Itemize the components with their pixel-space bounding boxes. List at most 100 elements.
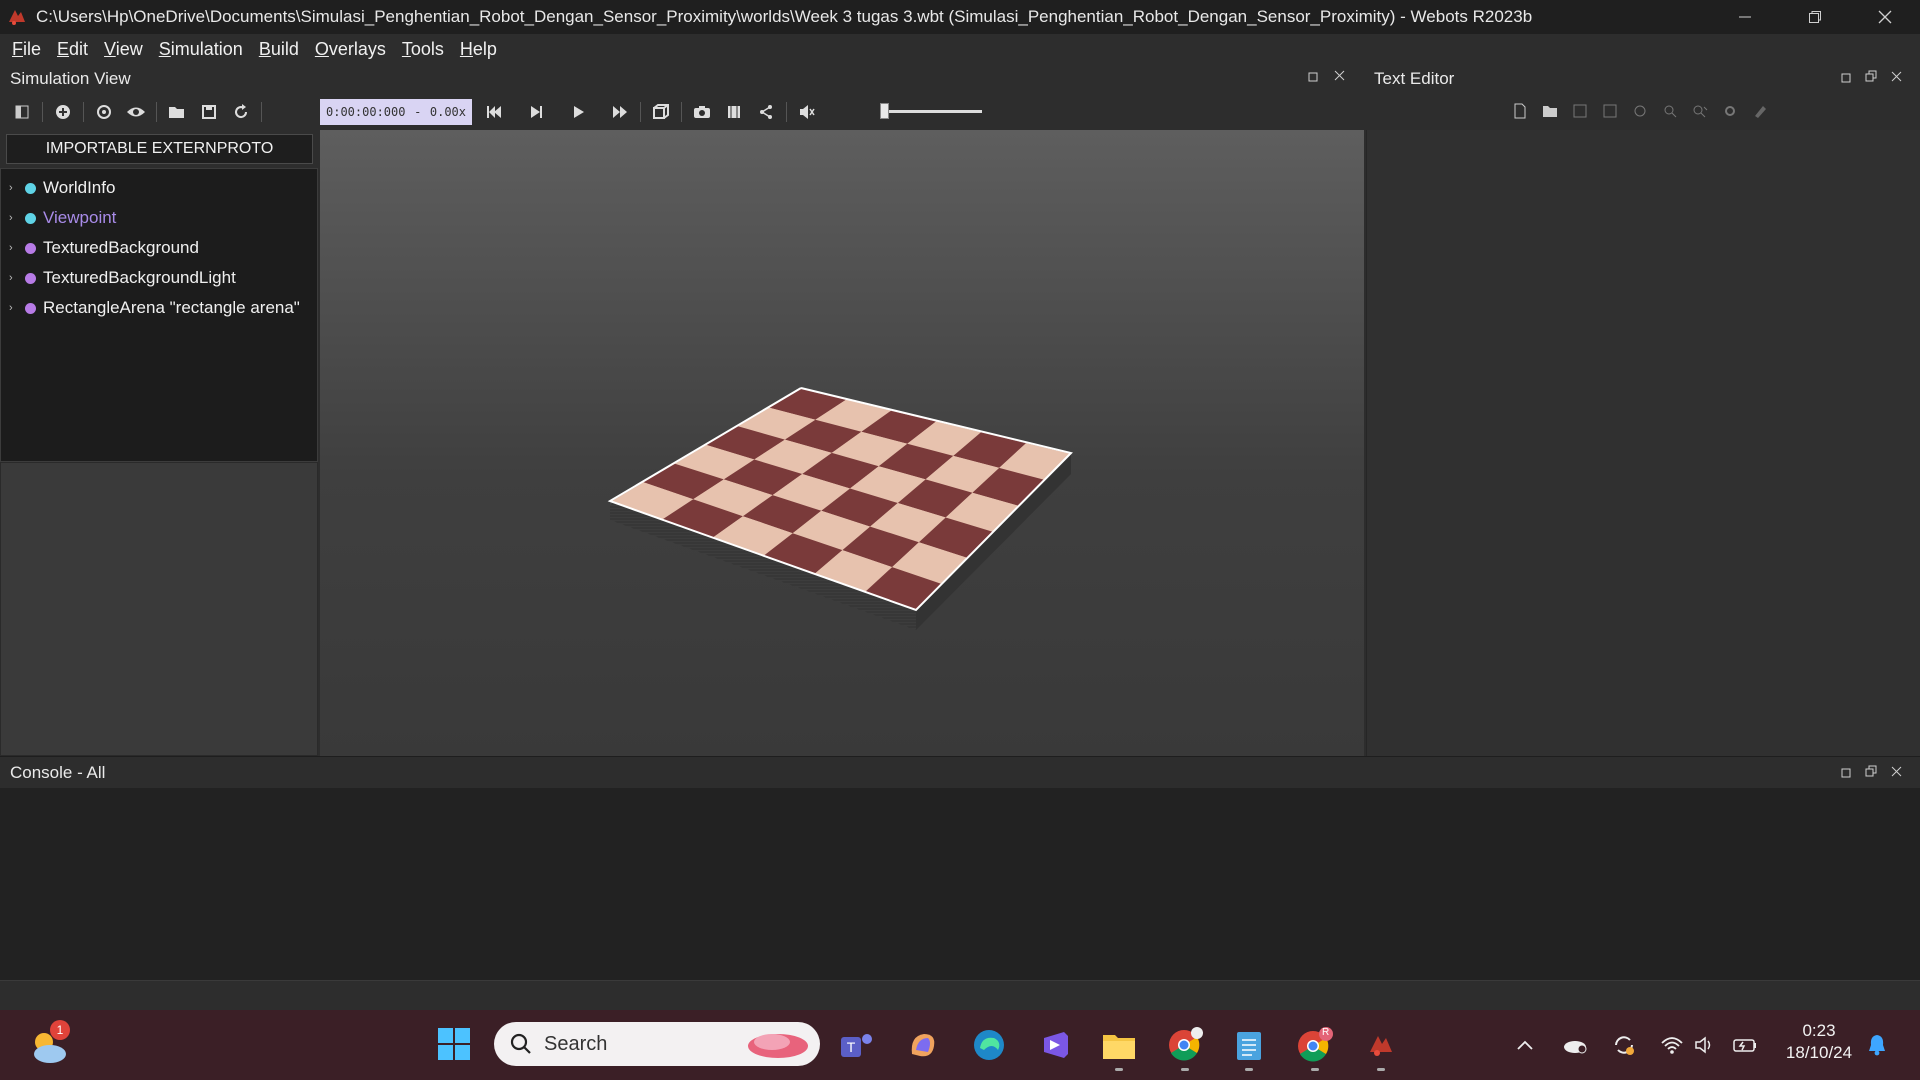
console-close-button[interactable] [1891, 765, 1902, 780]
volume-slider-handle[interactable] [880, 103, 889, 119]
toggle-scene-tree-button[interactable] [6, 97, 38, 127]
onedrive-icon[interactable] [1562, 1030, 1588, 1060]
taskbar-clock[interactable]: 0:23 18/10/24 [1776, 1020, 1862, 1064]
chrome-profile-app-icon[interactable]: R [1296, 1026, 1334, 1064]
scene-tree-item-texturedbackground[interactable]: › TexturedBackground [1, 233, 317, 263]
text-editor-undock-button[interactable] [1865, 70, 1877, 85]
open-world-button[interactable] [161, 97, 193, 127]
play-button[interactable] [562, 97, 594, 127]
search-icon [510, 1033, 531, 1054]
save-icon [202, 105, 216, 119]
running-indicator [1181, 1068, 1189, 1071]
node-dot-icon [25, 212, 36, 224]
save-file-button[interactable] [1565, 99, 1595, 123]
text-editor-close-button[interactable] [1891, 70, 1902, 85]
clean-button[interactable] [1745, 99, 1775, 123]
reload-viewpoint-button[interactable] [88, 97, 120, 127]
3d-viewport[interactable] [320, 130, 1364, 756]
toggle-rendering-button[interactable] [645, 97, 677, 127]
new-file-button[interactable] [1505, 99, 1535, 123]
chevron-right-icon[interactable]: › [9, 242, 21, 254]
open-file-button[interactable] [1535, 99, 1565, 123]
notepad-app-icon[interactable] [1230, 1026, 1268, 1064]
reload-world-button[interactable] [225, 97, 257, 127]
step-button[interactable] [520, 97, 552, 127]
text-editor-panel[interactable] [1366, 130, 1920, 756]
battery-icon[interactable] [1732, 1030, 1758, 1060]
chevron-right-icon[interactable]: › [9, 302, 21, 314]
visual-studio-app-icon[interactable] [1036, 1026, 1074, 1064]
scene-tree-item-rectanglearena[interactable]: › RectangleArena "rectangle arena" [1, 293, 317, 323]
toggle-visibility-button[interactable] [120, 97, 152, 127]
teams-app-icon[interactable]: T [838, 1026, 876, 1064]
close-icon [1891, 71, 1902, 82]
chrome-app-icon[interactable] [1166, 1026, 1204, 1064]
menu-file[interactable]: File [4, 39, 49, 60]
notifications-icon[interactable] [1866, 1030, 1888, 1060]
menu-overlays[interactable]: Overlays [307, 39, 394, 60]
add-node-button[interactable] [47, 97, 79, 127]
play-icon [574, 106, 584, 118]
mute-button[interactable] [791, 97, 823, 127]
node-dot-icon [25, 302, 36, 314]
find-button[interactable] [1655, 99, 1685, 123]
search-icon [1664, 105, 1677, 118]
build-button[interactable] [1715, 99, 1745, 123]
volume-slider-track[interactable] [882, 110, 982, 113]
menu-build[interactable]: Build [251, 39, 307, 60]
simulation-view-title: Simulation View [10, 69, 131, 88]
revert-button[interactable] [1625, 99, 1655, 123]
restore-button[interactable] [1780, 0, 1850, 34]
menu-edit[interactable]: Edit [49, 39, 96, 60]
revert-icon [1634, 105, 1646, 117]
minimize-button[interactable] [1710, 0, 1780, 34]
sim-view-float-button[interactable] [1308, 70, 1318, 85]
save-as-button[interactable] [1595, 99, 1625, 123]
search-highlight-icon [748, 1034, 808, 1058]
file-explorer-app-icon[interactable] [1100, 1026, 1138, 1064]
chevron-right-icon[interactable]: › [9, 272, 21, 284]
menu-view[interactable]: View [96, 39, 151, 60]
fast-forward-button[interactable] [604, 97, 636, 127]
toolbar-separator [42, 102, 43, 122]
sim-view-close-button[interactable] [1334, 69, 1345, 84]
screenshot-button[interactable] [686, 97, 718, 127]
close-icon [1334, 70, 1345, 81]
scene-tree-item-label: TexturedBackgroundLight [43, 268, 236, 287]
chevron-right-icon[interactable]: › [9, 182, 21, 194]
taskbar-search[interactable]: Search [494, 1022, 820, 1066]
replace-button[interactable] [1685, 99, 1715, 123]
wifi-icon[interactable] [1660, 1030, 1684, 1060]
float-icon [1841, 73, 1851, 83]
text-editor-float-button[interactable] [1841, 71, 1851, 86]
folder-open-icon [169, 107, 184, 118]
show-hidden-icons-button[interactable] [1516, 1030, 1534, 1060]
console-undock-button[interactable] [1865, 765, 1877, 780]
menu-tools[interactable]: Tools [394, 39, 452, 60]
toolbar-separator [83, 102, 84, 122]
sync-icon[interactable] [1612, 1030, 1636, 1060]
scene-tree-item-viewpoint[interactable]: › Viewpoint [1, 203, 317, 233]
importable-externproto-button[interactable]: IMPORTABLE EXTERNPROTO [6, 134, 313, 164]
menu-help[interactable]: Help [452, 39, 505, 60]
save-world-button[interactable] [193, 97, 225, 127]
console-output[interactable] [0, 788, 1920, 980]
windows-start-icon[interactable] [436, 1026, 472, 1062]
reset-simulation-button[interactable] [478, 97, 510, 127]
volume-icon[interactable] [1694, 1030, 1716, 1060]
webots-app-icon[interactable] [1362, 1026, 1400, 1064]
menu-simulation[interactable]: Simulation [151, 39, 251, 60]
console-header: Console - All [0, 756, 1920, 788]
scene-tree-item-texturedbackgroundlight[interactable]: › TexturedBackgroundLight [1, 263, 317, 293]
copilot-app-icon[interactable] [904, 1026, 942, 1064]
record-movie-button[interactable] [718, 97, 750, 127]
restore-icon [1809, 11, 1821, 23]
console-float-button[interactable] [1841, 766, 1851, 781]
scene-tree-item-worldinfo[interactable]: › WorldInfo [1, 173, 317, 203]
share-button[interactable] [750, 97, 782, 127]
speaker-icon [800, 105, 815, 119]
close-button[interactable] [1850, 0, 1920, 34]
rectangle-arena-render [607, 387, 1073, 630]
edge-app-icon[interactable] [970, 1026, 1008, 1064]
chevron-right-icon[interactable]: › [9, 212, 21, 224]
